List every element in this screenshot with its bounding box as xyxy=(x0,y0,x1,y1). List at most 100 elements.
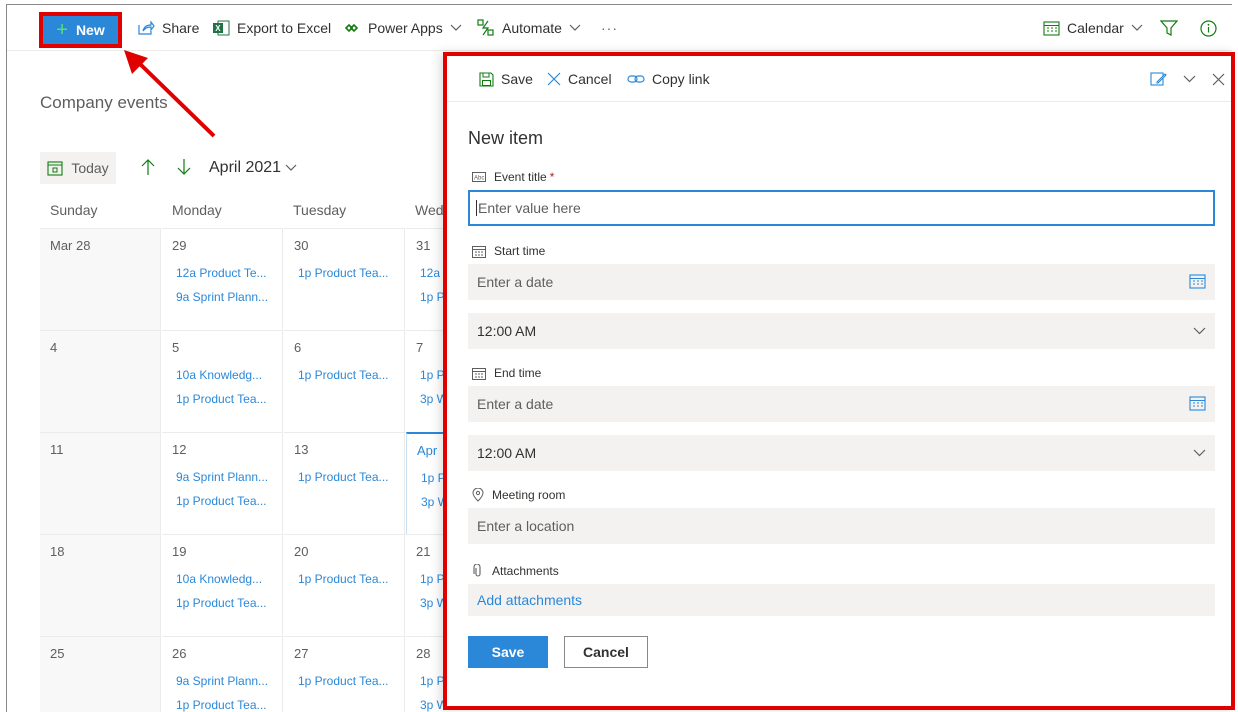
calendar-day-cell[interactable]: 18 xyxy=(40,534,161,636)
save-icon xyxy=(479,71,494,87)
info-button[interactable] xyxy=(1200,5,1217,51)
calendar-event[interactable]: 9a Sprint Plann... xyxy=(176,674,276,688)
date-picker-icon[interactable] xyxy=(1189,395,1206,411)
toolbar-cancel-button[interactable]: Cancel xyxy=(547,56,612,102)
export-to-excel-button[interactable]: X Export to Excel xyxy=(213,5,331,51)
start-time-label: Start time xyxy=(472,244,545,258)
calendar-event[interactable]: 1p Product Tea... xyxy=(298,572,398,586)
date-picker-icon[interactable] xyxy=(1189,273,1206,289)
day-number: 4 xyxy=(50,340,58,355)
calendar-day-cell[interactable]: 11 xyxy=(40,432,161,534)
chevron-down-icon[interactable] xyxy=(1183,75,1196,83)
automate-label: Automate xyxy=(502,20,562,36)
close-panel-icon[interactable] xyxy=(1212,73,1225,86)
automate-button[interactable]: Automate xyxy=(477,5,581,51)
calendar-day-cell[interactable]: 13 1p Product Tea... xyxy=(284,432,405,534)
next-month-arrow-icon[interactable] xyxy=(176,158,192,176)
calendar-event[interactable]: 10a Knowledg... xyxy=(176,572,276,586)
today-button[interactable]: Today xyxy=(40,152,116,184)
day-header-wednesday: Wed xyxy=(415,202,444,218)
day-number: 27 xyxy=(294,646,309,661)
calendar-event[interactable]: 1p Product Tea... xyxy=(298,368,398,382)
calendar-event[interactable]: 1p Product Tea... xyxy=(176,392,276,406)
new-button[interactable]: + New xyxy=(39,12,122,48)
share-button[interactable]: Share xyxy=(137,5,199,51)
end-time-value: 12:00 AM xyxy=(477,445,537,461)
edit-form-icon[interactable] xyxy=(1150,71,1167,87)
event-title-input[interactable]: Enter value here xyxy=(468,190,1215,226)
calendar-day-cell[interactable]: 5 10a Knowledg... 1p Product Tea... xyxy=(162,330,283,432)
calendar-day-cell[interactable]: 6 1p Product Tea... xyxy=(284,330,405,432)
view-switcher[interactable]: Calendar xyxy=(1043,5,1143,51)
chevron-down-icon xyxy=(285,164,297,171)
month-label: April 2021 xyxy=(209,159,282,176)
save-button[interactable]: Save xyxy=(468,636,548,668)
calendar-day-cell[interactable]: 30 1p Product Tea... xyxy=(284,228,405,330)
calendar-event[interactable]: 1p Product Tea... xyxy=(298,266,398,280)
day-number: 31 xyxy=(416,238,431,253)
calendar-event[interactable]: 9a Sprint Plann... xyxy=(176,290,276,304)
calendar-day-cell[interactable]: Mar 28 xyxy=(40,228,161,330)
meeting-room-placeholder: Enter a location xyxy=(477,518,575,534)
toolbar-save-button[interactable]: Save xyxy=(479,56,533,102)
share-icon xyxy=(138,20,155,35)
calendar-day-cell[interactable]: 12 9a Sprint Plann... 1p Product Tea... xyxy=(162,432,283,534)
day-number: 7 xyxy=(416,340,424,355)
text-caret xyxy=(476,200,477,216)
calendar-event[interactable]: 10a Knowledg... xyxy=(176,368,276,382)
calendar-event[interactable]: 1p Product Tea... xyxy=(298,674,398,688)
calendar-event[interactable]: 12a Product Te... xyxy=(176,266,276,280)
start-time-select[interactable]: 12:00 AM xyxy=(468,313,1215,349)
calendar-event[interactable]: 1p Product Tea... xyxy=(298,470,398,484)
annotation-arrow xyxy=(124,50,216,138)
add-attachments-link[interactable]: Add attachments xyxy=(468,584,1215,616)
calendar-day-cell[interactable]: 26 9a Sprint Plann... 1p Product Tea... xyxy=(162,636,283,712)
calendar-day-cell[interactable]: 27 1p Product Tea... xyxy=(284,636,405,712)
month-picker[interactable]: April 2021 xyxy=(209,159,297,177)
calendar-day-cell[interactable]: 29 12a Product Te... 9a Sprint Plann... xyxy=(162,228,283,330)
calendar-event[interactable]: 1p Product Tea... xyxy=(176,494,276,508)
panel-window-controls xyxy=(1150,71,1225,87)
event-title-label-text: Event title xyxy=(494,170,547,184)
toolbar-save-label: Save xyxy=(501,71,533,87)
power-apps-icon xyxy=(345,23,359,33)
power-apps-button[interactable]: Power Apps xyxy=(345,5,462,51)
filter-icon xyxy=(1160,19,1178,36)
previous-month-arrow-icon[interactable] xyxy=(140,158,156,176)
chevron-down-icon xyxy=(1193,327,1206,335)
export-label: Export to Excel xyxy=(237,20,332,36)
today-label: Today xyxy=(71,160,109,176)
day-number: Mar 28 xyxy=(50,238,91,253)
calendar-field-icon xyxy=(472,367,486,380)
day-number: 30 xyxy=(294,238,309,253)
calendar-field-icon xyxy=(472,245,486,258)
new-item-panel: Save Cancel Copy link New item Abc Event… xyxy=(443,52,1235,710)
paperclip-icon xyxy=(473,564,481,577)
required-marker: * xyxy=(549,170,555,184)
start-time-label-text: Start time xyxy=(494,244,546,258)
copy-link-label: Copy link xyxy=(652,71,710,87)
end-time-label-text: End time xyxy=(494,366,542,380)
chevron-down-icon xyxy=(1193,449,1206,457)
calendar-day-cell[interactable]: 20 1p Product Tea... xyxy=(284,534,405,636)
calendar-day-cell[interactable]: 4 xyxy=(40,330,161,432)
more-button[interactable]: ··· xyxy=(601,5,618,51)
calendar-day-cell[interactable]: 25 xyxy=(40,636,161,712)
start-date-input[interactable]: Enter a date xyxy=(468,264,1215,300)
calendar-event[interactable]: 1p Product Tea... xyxy=(176,698,276,712)
calendar-event[interactable]: 9a Sprint Plann... xyxy=(176,470,276,484)
end-time-select[interactable]: 12:00 AM xyxy=(468,435,1215,471)
day-number: 6 xyxy=(294,340,302,355)
filter-button[interactable] xyxy=(1160,5,1178,51)
day-number: 21 xyxy=(416,544,431,559)
calendar-day-cell[interactable]: 19 10a Knowledg... 1p Product Tea... xyxy=(162,534,283,636)
end-date-input[interactable]: Enter a date xyxy=(468,386,1215,422)
svg-text:X: X xyxy=(215,24,221,33)
calendar-event[interactable]: 1p Product Tea... xyxy=(176,596,276,610)
panel-title: New item xyxy=(468,128,544,148)
copy-link-button[interactable]: Copy link xyxy=(627,56,710,102)
meeting-room-label-text: Meeting room xyxy=(492,488,566,502)
day-number: Apr xyxy=(417,443,438,458)
cancel-button[interactable]: Cancel xyxy=(564,636,648,668)
meeting-room-input[interactable]: Enter a location xyxy=(468,508,1215,544)
